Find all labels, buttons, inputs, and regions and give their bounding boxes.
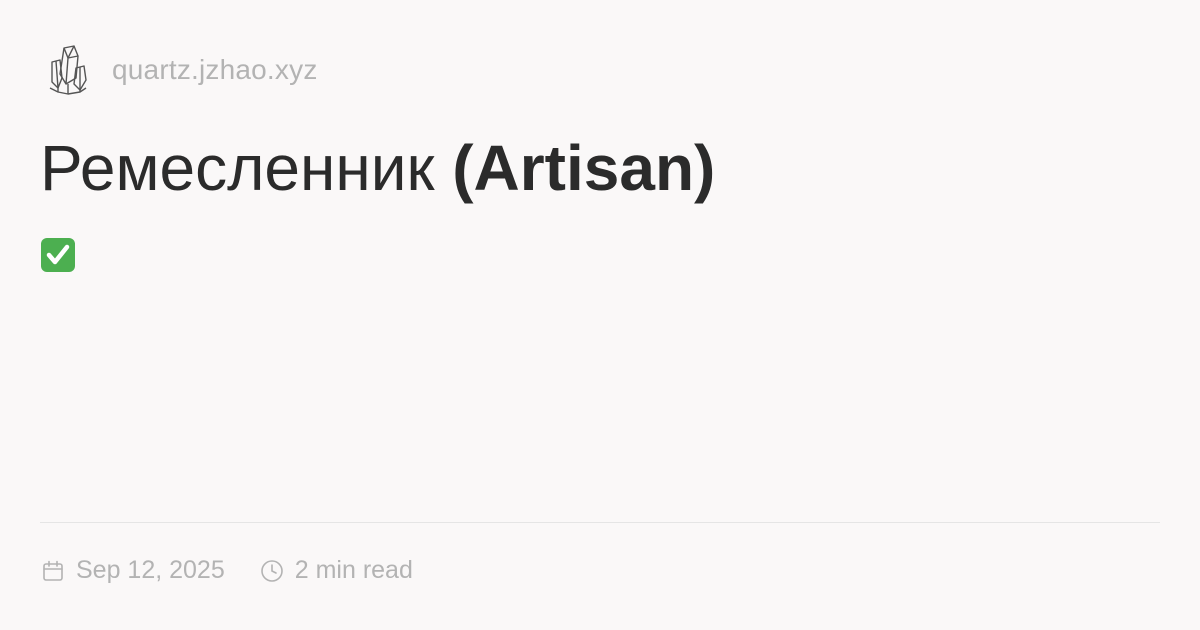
site-header: quartz.jzhao.xyz [40,40,318,100]
site-name[interactable]: quartz.jzhao.xyz [112,54,318,86]
publish-date: Sep 12, 2025 [40,556,225,585]
page-title: Ремесленник (Artisan) [40,128,715,208]
publish-date-text: Sep 12, 2025 [76,556,225,584]
page-meta: Sep 12, 2025 2 min read [40,556,413,585]
page-title-regular: Ремесленник [40,132,435,204]
reading-time: 2 min read [259,556,413,585]
reading-time-text: 2 min read [294,556,413,584]
divider [40,522,1160,523]
page-title-bold: (Artisan) [452,132,716,204]
check-mark-icon [40,237,76,273]
quartz-crystal-icon[interactable] [40,42,96,98]
clock-icon [259,558,285,584]
calendar-icon [40,558,66,584]
